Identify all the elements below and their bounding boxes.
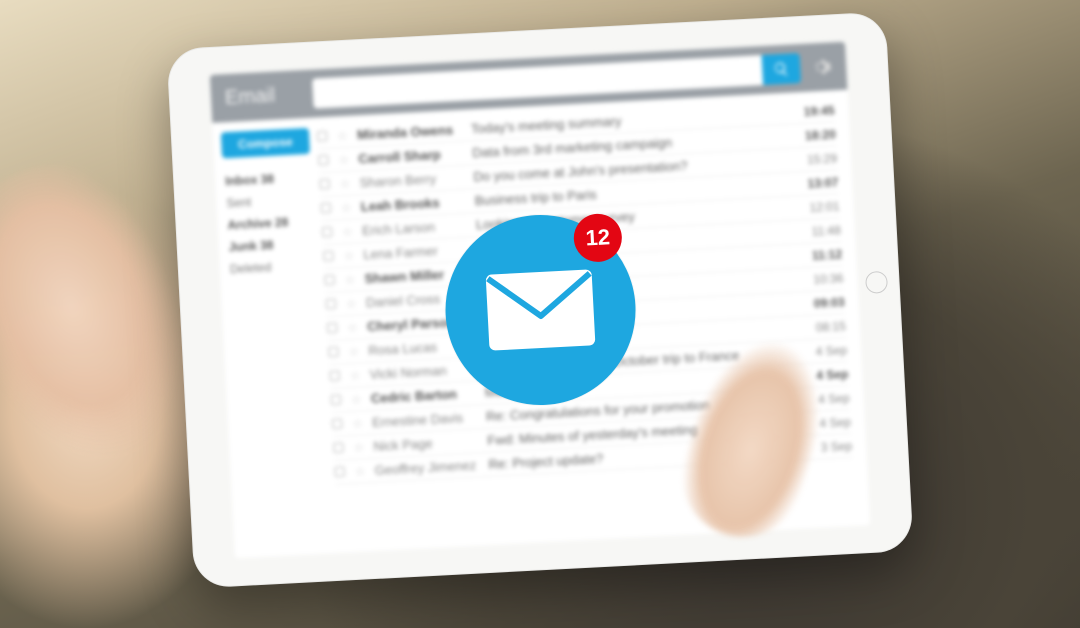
search-button[interactable] — [761, 53, 801, 85]
checkbox[interactable] — [323, 251, 334, 262]
mail-time: 15:29 — [793, 151, 838, 167]
star-icon[interactable]: ☆ — [337, 131, 348, 142]
mail-sender: Nick Page — [373, 433, 478, 453]
checkbox[interactable] — [328, 347, 339, 358]
checkbox[interactable] — [322, 227, 333, 238]
checkbox[interactable] — [318, 155, 329, 166]
mail-sender: Cheryl Parsons — [367, 314, 472, 334]
sidebar-folder[interactable]: Deleted — [227, 254, 316, 281]
mail-sender: Leah Brooks — [360, 194, 465, 214]
mail-time: 18:20 — [791, 127, 836, 143]
checkbox[interactable] — [334, 466, 345, 477]
star-icon[interactable]: ☆ — [352, 418, 363, 429]
app-title: Email — [224, 83, 303, 110]
star-icon[interactable]: ☆ — [353, 442, 364, 453]
checkbox[interactable] — [333, 442, 344, 453]
checkbox[interactable] — [329, 371, 340, 382]
mail-sender: Daniel Cross — [366, 290, 471, 310]
tablet-device: Email Compose Inbox 38SentArchive 28Junk… — [166, 12, 913, 589]
checkbox[interactable] — [327, 323, 338, 334]
star-icon[interactable]: ☆ — [338, 155, 349, 166]
checkbox[interactable] — [321, 203, 332, 214]
mail-sender: Lena Farmer — [363, 242, 468, 262]
mail-sender: Carroll Sharp — [358, 146, 463, 166]
mail-time: 19:45 — [790, 103, 835, 119]
checkbox[interactable] — [324, 275, 335, 286]
mail-time: 10:36 — [799, 271, 844, 287]
compose-button[interactable]: Compose — [221, 128, 310, 159]
mail-sender: Miranda Owens — [357, 122, 462, 142]
star-icon[interactable]: ☆ — [347, 323, 358, 334]
star-icon[interactable]: ☆ — [354, 466, 365, 477]
mail-sender: Geoffrey Jimenez — [374, 457, 479, 477]
mail-time: 12:01 — [795, 199, 840, 215]
star-icon[interactable]: ☆ — [343, 251, 354, 262]
mail-sender: Sharon Berry — [359, 170, 464, 190]
star-icon[interactable]: ☆ — [344, 275, 355, 286]
star-icon[interactable]: ☆ — [341, 203, 352, 214]
star-icon[interactable]: ☆ — [348, 347, 359, 358]
search-icon — [773, 61, 790, 78]
mail-time: 11:12 — [798, 247, 843, 263]
mail-time: 13:07 — [794, 175, 839, 191]
checkbox[interactable] — [326, 299, 337, 310]
mail-sender: Shawn Miller — [364, 266, 469, 286]
mail-sender: Erich Larson — [362, 218, 467, 238]
star-icon[interactable]: ☆ — [339, 179, 350, 190]
checkbox[interactable] — [332, 419, 343, 430]
mail-time: 09:03 — [800, 295, 845, 311]
star-icon[interactable]: ☆ — [351, 395, 362, 406]
mail-sender: Cedric Barton — [371, 386, 476, 406]
checkbox[interactable] — [319, 179, 330, 190]
star-icon[interactable]: ☆ — [349, 371, 360, 382]
home-button[interactable] — [865, 271, 888, 294]
star-icon[interactable]: ☆ — [342, 227, 353, 238]
star-icon[interactable]: ☆ — [346, 299, 357, 310]
gear-icon[interactable] — [810, 55, 833, 78]
mail-sender: Vicki Norman — [369, 362, 474, 382]
mail-sender: Ernestine Davis — [372, 410, 477, 430]
mail-time: 11:48 — [796, 223, 841, 239]
checkbox[interactable] — [317, 131, 328, 142]
mail-sender: Rosa Lucas — [368, 338, 473, 358]
checkbox[interactable] — [331, 395, 342, 406]
